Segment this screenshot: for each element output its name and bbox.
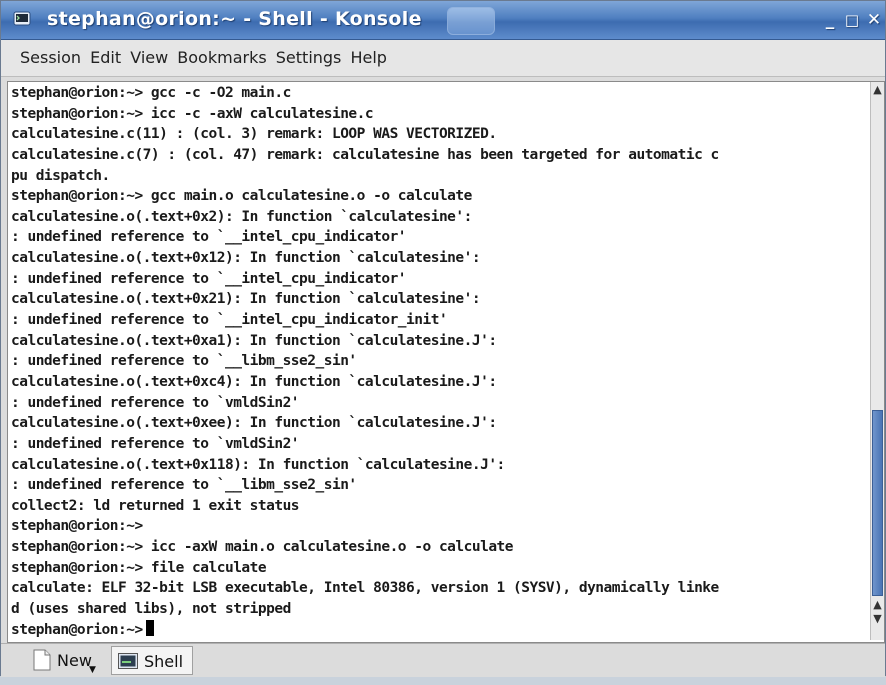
terminal-line: calculatesine.o(.text+0xc4): In function…: [11, 373, 497, 390]
terminal-line: calculatesine.o(.text+0x21): In function…: [11, 291, 481, 308]
menu-session[interactable]: Session: [18, 40, 83, 76]
terminal-line: stephan@orion:~> gcc -c -O2 main.c: [11, 85, 291, 101]
konsole-app-icon[interactable]: [13, 10, 31, 28]
terminal-line: : undefined reference to `vmldSin2': [11, 394, 300, 411]
terminal-line: calculatesine.c(11) : (col. 3) remark: L…: [11, 126, 497, 143]
vertical-scrollbar[interactable]: ▲ ▲ ▼: [870, 82, 884, 640]
terminal-line: : undefined reference to `__intel_cpu_in…: [11, 312, 448, 329]
terminal-line: pu dispatch.: [11, 167, 110, 184]
tab-shell[interactable]: Shell: [111, 646, 193, 675]
terminal-line: calculate: ELF 32-bit LSB executable, In…: [11, 580, 719, 597]
terminal-output[interactable]: stephan@orion:~> gcc -c -O2 main.c steph…: [11, 83, 869, 638]
terminal-line: : undefined reference to `__intel_cpu_in…: [11, 229, 407, 246]
terminal-frame: stephan@orion:~> gcc -c -O2 main.c steph…: [7, 81, 885, 643]
terminal-prompt: stephan@orion:~>: [11, 621, 143, 638]
title-bar[interactable]: stephan@orion:~ - Shell - Konsole _ □ ✕: [1, 1, 885, 40]
menu-bar: Session Edit View Bookmarks Settings Hel…: [1, 40, 885, 77]
terminal-line: calculatesine.o(.text+0xa1): In function…: [11, 332, 497, 349]
session-tab-bar: New ▼ Shell: [1, 643, 885, 677]
new-session-button[interactable]: New ▼: [9, 646, 107, 675]
scroll-up-arrow-icon[interactable]: ▲: [871, 82, 884, 98]
konsole-window: stephan@orion:~ - Shell - Konsole _ □ ✕ …: [0, 0, 886, 677]
title-decoration: [447, 7, 495, 35]
terminal-line: stephan@orion:~> file calculate: [11, 559, 267, 576]
window-title: stephan@orion:~ - Shell - Konsole: [47, 8, 422, 30]
terminal-line: calculatesine.o(.text+0xee): In function…: [11, 415, 497, 432]
menu-edit[interactable]: Edit: [88, 40, 123, 76]
terminal-line: stephan@orion:~>: [11, 518, 143, 535]
terminal-line: calculatesine.o(.text+0x12): In function…: [11, 250, 481, 267]
maximize-button[interactable]: □: [841, 9, 863, 31]
terminal-line: stephan@orion:~> gcc main.o calculatesin…: [11, 188, 472, 205]
terminal-line: : undefined reference to `__libm_sse2_si…: [11, 353, 357, 370]
terminal-line: stephan@orion:~> icc -c -axW calculatesi…: [11, 105, 374, 122]
minimize-button[interactable]: _: [819, 9, 841, 31]
terminal-line: : undefined reference to `vmldSin2': [11, 435, 300, 452]
scroll-down-arrows-icon[interactable]: ▲ ▼: [871, 598, 884, 638]
menu-help[interactable]: Help: [348, 40, 388, 76]
terminal-line: : undefined reference to `__libm_sse2_si…: [11, 477, 357, 494]
terminal-line: calculatesine.c(7) : (col. 47) remark: c…: [11, 146, 719, 163]
dropdown-arrow-icon: ▼: [89, 665, 96, 675]
menu-settings[interactable]: Settings: [274, 40, 344, 76]
new-document-icon: [33, 649, 51, 671]
terminal-prompt-line[interactable]: stephan@orion:~>: [11, 619, 869, 638]
terminal-icon: [118, 653, 138, 669]
terminal-line: stephan@orion:~> icc -axW main.o calcula…: [11, 539, 514, 556]
text-cursor: [145, 619, 154, 636]
menu-bookmarks[interactable]: Bookmarks: [175, 40, 268, 76]
terminal-line: calculatesine.o(.text+0x118): In functio…: [11, 456, 505, 473]
terminal-line: calculatesine.o(.text+0x2): In function …: [11, 208, 472, 225]
tab-shell-label: Shell: [144, 652, 184, 671]
scrollbar-thumb[interactable]: [872, 410, 883, 596]
menu-view[interactable]: View: [128, 40, 170, 76]
terminal-line: : undefined reference to `__intel_cpu_in…: [11, 270, 407, 287]
terminal-line: collect2: ld returned 1 exit status: [11, 497, 300, 514]
terminal-line: d (uses shared libs), not stripped: [11, 601, 291, 618]
close-button[interactable]: ✕: [863, 9, 885, 31]
new-session-label: New: [57, 651, 92, 670]
